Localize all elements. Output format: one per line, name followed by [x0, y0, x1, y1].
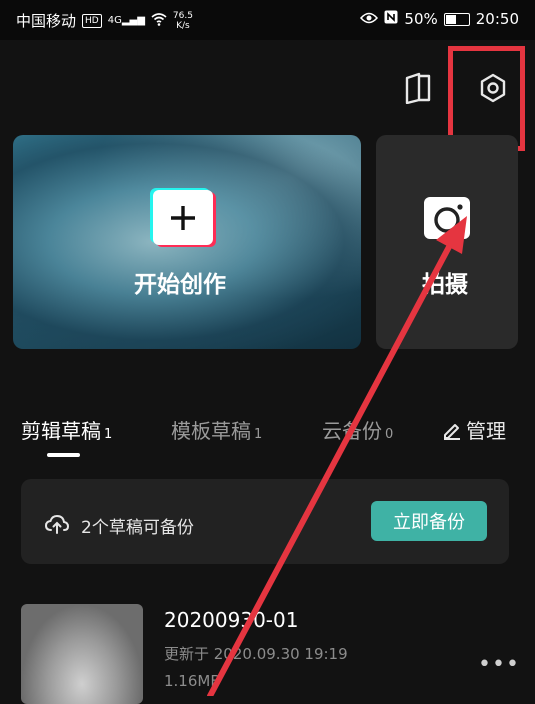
tab-template-drafts[interactable]: 模板草稿 1 [171, 415, 262, 444]
wifi-icon [151, 12, 167, 30]
signal-label: 4G [107, 15, 122, 26]
manage-button[interactable]: 管理 [442, 415, 506, 444]
edit-pencil-icon [444, 423, 460, 440]
cloud-upload-icon [45, 514, 69, 534]
tab-cloud-backup[interactable]: 云备份 0 [322, 415, 393, 444]
signal-icon: 4G▂▄▆ [107, 15, 145, 26]
draft-updated-time: 更新于 2020.09.30 19:19 [164, 645, 348, 663]
tab-template-drafts-label: 模板草稿 [171, 419, 251, 443]
tab-cloud-backup-label: 云备份 [322, 419, 382, 443]
shoot-label: 拍摄 [422, 272, 468, 298]
shoot-card[interactable]: 拍摄 [376, 135, 518, 349]
tab-edit-drafts-label: 剪辑草稿 [21, 419, 101, 443]
tab-cloud-backup-count: 0 [385, 427, 394, 442]
draft-thumbnail[interactable] [21, 604, 143, 704]
net-speed-value: 76.5 [172, 10, 193, 21]
backup-message: 2个草稿可备份 [81, 518, 194, 538]
start-create-card[interactable]: 开始创作 [13, 135, 361, 349]
draft-size: 1.16MB [164, 672, 221, 690]
manage-label: 管理 [466, 419, 506, 443]
status-left: 中国移动 HD 4G▂▄▆ 76.5 K/s [16, 10, 193, 31]
start-create-label: 开始创作 [134, 272, 226, 298]
carrier-name: 中国移动 [16, 12, 77, 30]
tab-edit-drafts-count: 1 [104, 427, 113, 442]
hd-badge: HD [82, 13, 102, 28]
backup-now-button[interactable]: 立即备份 [371, 501, 487, 541]
camera-icon [424, 197, 470, 239]
backup-banner: 2个草稿可备份 立即备份 [21, 479, 509, 564]
plus-icon [153, 190, 213, 245]
net-speed: 76.5 K/s [173, 11, 193, 31]
net-speed-unit: K/s [176, 20, 190, 31]
eye-icon [360, 10, 379, 28]
battery-icon [443, 12, 470, 26]
book-icon [405, 72, 431, 104]
clock: 20:50 [475, 10, 519, 28]
tab-edit-drafts[interactable]: 剪辑草稿 1 [21, 415, 112, 444]
status-bar: 中国移动 HD 4G▂▄▆ 76.5 K/s 50% 20:50 [0, 0, 535, 40]
more-options-button[interactable]: ••• [478, 652, 519, 677]
active-tab-indicator [47, 453, 80, 457]
battery-percent: 50% [404, 10, 438, 28]
tutorial-book-button[interactable] [396, 66, 440, 110]
draft-title: 20200930-01 [164, 608, 299, 632]
nfc-icon [384, 10, 398, 28]
tab-template-drafts-count: 1 [254, 427, 263, 442]
status-right: 50% 20:50 [360, 10, 519, 28]
